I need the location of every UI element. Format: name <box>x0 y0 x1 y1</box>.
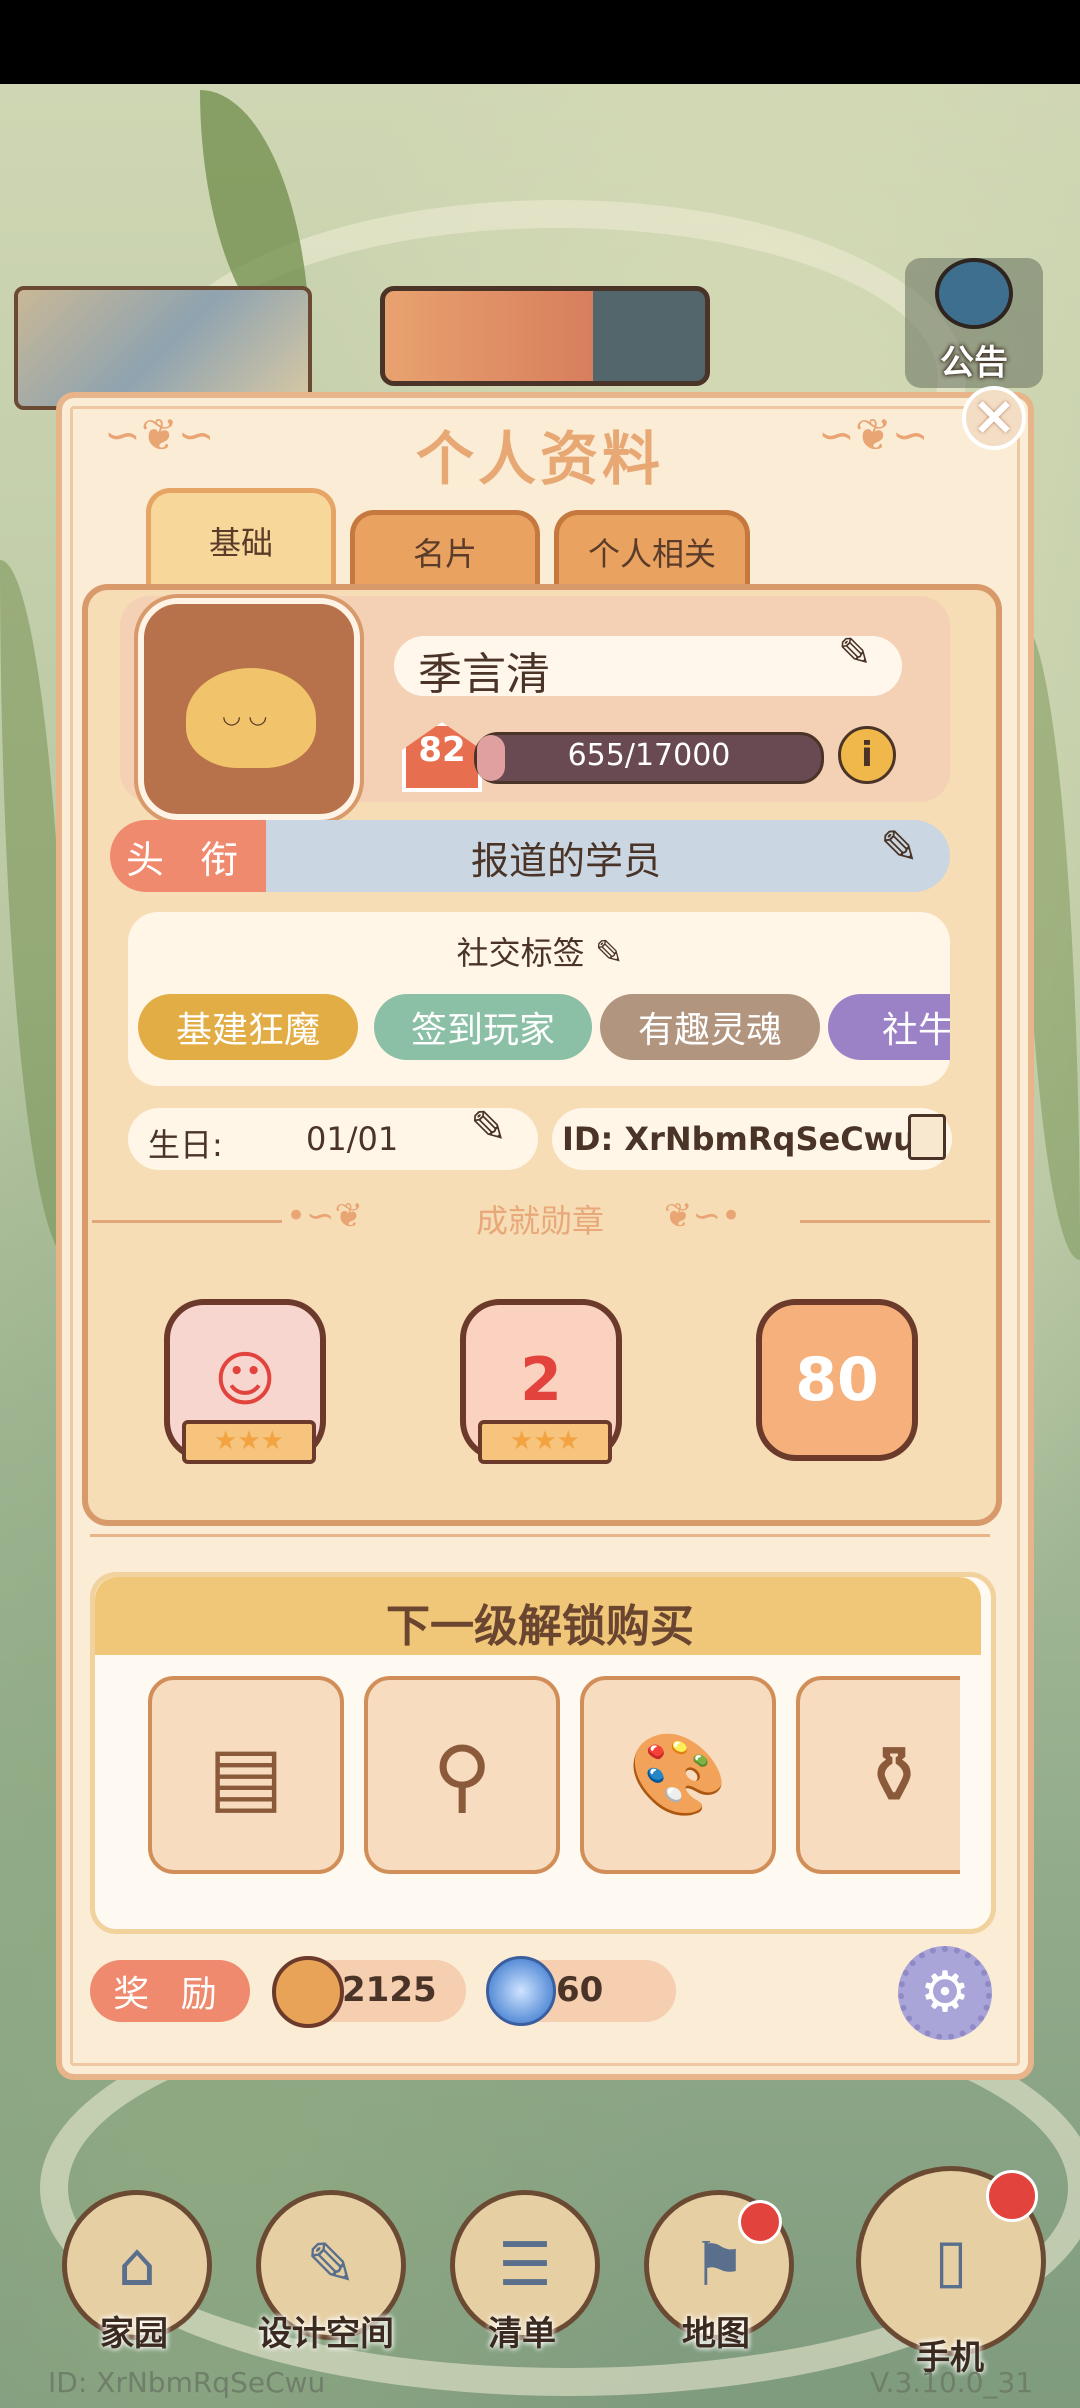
notice-label: 公告 <box>940 343 1008 383</box>
nav-label: 设计空间 <box>258 2314 394 2354</box>
phone-notification-dot <box>986 2170 1038 2222</box>
birthday-value: 01/01 <box>306 1120 399 1158</box>
gem-amount: 60 <box>556 1970 604 2010</box>
unlock-items-row: ▤ ⚲ 🎨 ⚱ <box>140 1660 960 1890</box>
unlock-item-wood-panel[interactable]: ▤ <box>148 1676 344 1874</box>
nav-label: 家园 <box>100 2314 168 2354</box>
map-notification-dot <box>738 2200 782 2244</box>
social-tag-chip[interactable]: 签到玩家 <box>374 994 592 1060</box>
nav-icon: ▯ <box>934 2226 968 2296</box>
close-icon: × <box>971 384 1017 447</box>
footer-user-id: ID: XrNbmRqSeCwu <box>48 2366 326 2399</box>
nav-icon: ⌂ <box>117 2230 157 2300</box>
unlock-item-easel[interactable]: ⚲ <box>364 1676 560 1874</box>
wood-panel-icon: ▤ <box>208 1728 284 1822</box>
medal-stars: ★★★ <box>478 1420 612 1464</box>
edit-birthday-pencil-icon[interactable]: ✎ <box>470 1102 507 1153</box>
nav-label: 清单 <box>488 2314 556 2354</box>
swirl-gem-icon <box>486 1956 556 2026</box>
number-2-medal[interactable]: 2 ★★★ <box>446 1290 636 1470</box>
coin-icon <box>272 1956 344 2028</box>
coin-amount: 2125 <box>342 1970 437 2010</box>
easel-icon: ⚲ <box>432 1728 492 1822</box>
rewards-label: 奖 励 <box>90 1960 250 2022</box>
nav-label: 地图 <box>682 2314 750 2354</box>
close-button[interactable]: × <box>962 386 1026 450</box>
paint-palette-icon: 🎨 <box>628 1728 728 1821</box>
copy-id-icon[interactable] <box>908 1114 946 1160</box>
nav-icon: ✎ <box>305 2230 357 2300</box>
unlock-item-bottle[interactable]: ⚱ <box>796 1676 960 1874</box>
unlock-item-paint-palette[interactable]: 🎨 <box>580 1676 776 1874</box>
80-medal[interactable]: 80 <box>742 1290 932 1470</box>
bottle-icon: ⚱ <box>860 1728 928 1822</box>
section-divider <box>90 1534 990 1537</box>
girl-medal[interactable]: ☺ ★★★ <box>150 1290 340 1470</box>
medal-emblem: 80 <box>756 1299 918 1461</box>
social-tag-chip[interactable]: 有趣灵魂 <box>600 994 820 1060</box>
social-tag-chip[interactable]: 社牛 <box>828 994 950 1060</box>
birthday-label: 生日: <box>148 1126 223 1164</box>
next-level-unlock-title: 下一级解锁购买 <box>386 1601 694 1652</box>
social-tag-chip[interactable]: 基建狂魔 <box>138 994 358 1060</box>
user-id: ID: XrNbmRqSeCwu <box>562 1120 917 1158</box>
version-label: V.3.10.0_31 <box>870 2366 1034 2399</box>
settings-gear-icon[interactable]: ⚙ <box>898 1946 992 2040</box>
nav-icon: ☰ <box>498 2230 552 2300</box>
achievements-title: 成就勋章 <box>475 1202 604 1240</box>
medal-stars: ★★★ <box>182 1420 316 1464</box>
nav-icon: ⚑ <box>692 2230 746 2300</box>
